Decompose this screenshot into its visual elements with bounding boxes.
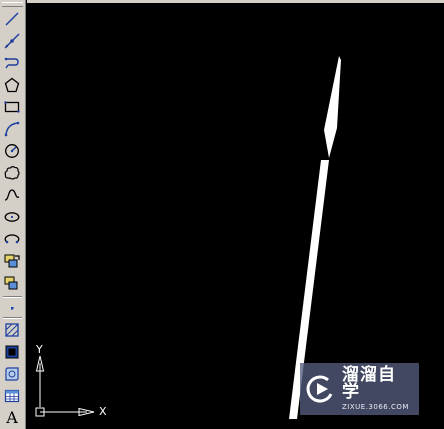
toolbar-separator xyxy=(3,317,22,319)
make-block-tool-button[interactable] xyxy=(2,273,22,293)
region-tool-icon xyxy=(5,367,19,381)
ellipse-tool-icon xyxy=(4,212,20,222)
watermark-url: ZIXUE.3066.COM xyxy=(342,403,409,411)
ellipse-arc-tool-icon xyxy=(4,234,20,244)
drawing-canvas[interactable]: X Y 溜溜自学 ZIXUE.3066.COM xyxy=(27,0,444,429)
polyline-tool-icon xyxy=(4,57,19,69)
rectangle-tool-icon xyxy=(4,101,20,113)
insert-block-tool-button[interactable] xyxy=(2,251,22,271)
ucs-x-axis-label: X xyxy=(99,405,107,418)
spline-tool-button[interactable] xyxy=(2,185,22,205)
construction-line-tool-button[interactable] xyxy=(2,31,22,51)
circle-tool-button[interactable] xyxy=(2,141,22,161)
spline-tool-icon xyxy=(4,189,20,201)
circle-tool-icon xyxy=(5,144,19,158)
point-tool-icon xyxy=(11,307,14,310)
watermark-logo: 溜溜自学 ZIXUE.3066.COM xyxy=(300,363,419,415)
line-tool-icon xyxy=(5,12,19,26)
arrowhead-shape[interactable] xyxy=(324,56,341,158)
watermark-name: 溜溜自学 xyxy=(342,365,396,402)
revision-cloud-tool-button[interactable] xyxy=(2,163,22,183)
gradient-tool-icon xyxy=(5,345,19,359)
table-tool-button[interactable] xyxy=(2,386,22,406)
construction-line-tool-icon xyxy=(4,33,20,49)
insert-block-tool-icon xyxy=(4,254,20,268)
revision-cloud-tool-icon xyxy=(4,166,20,180)
arc-tool-button[interactable] xyxy=(2,119,22,139)
ucs-icon xyxy=(35,355,95,417)
multiline-text-tool-button[interactable]: A xyxy=(2,407,22,427)
rectangle-tool-button[interactable] xyxy=(2,97,22,117)
toolbar-grip[interactable] xyxy=(2,2,23,7)
ellipse-arc-tool-button[interactable] xyxy=(2,229,22,249)
hatch-tool-icon xyxy=(5,323,19,337)
polyline-tool-button[interactable] xyxy=(2,53,22,73)
multiline-text-tool-icon: A xyxy=(6,407,18,427)
arc-tool-icon xyxy=(4,121,20,137)
region-tool-button[interactable] xyxy=(2,364,22,384)
ellipse-tool-button[interactable] xyxy=(2,207,22,227)
polygon-tool-button[interactable] xyxy=(2,75,22,95)
draw-toolbar: A xyxy=(0,0,26,429)
make-block-tool-icon xyxy=(4,276,18,290)
ucs-y-axis-label: Y xyxy=(36,343,43,356)
hatch-tool-button[interactable] xyxy=(2,320,22,340)
point-tool-button[interactable] xyxy=(2,298,22,318)
play-logo-icon xyxy=(306,375,333,403)
table-tool-icon xyxy=(4,389,20,403)
polygon-tool-icon xyxy=(4,77,20,93)
gradient-tool-button[interactable] xyxy=(2,342,22,362)
line-tool-button[interactable] xyxy=(2,9,22,29)
